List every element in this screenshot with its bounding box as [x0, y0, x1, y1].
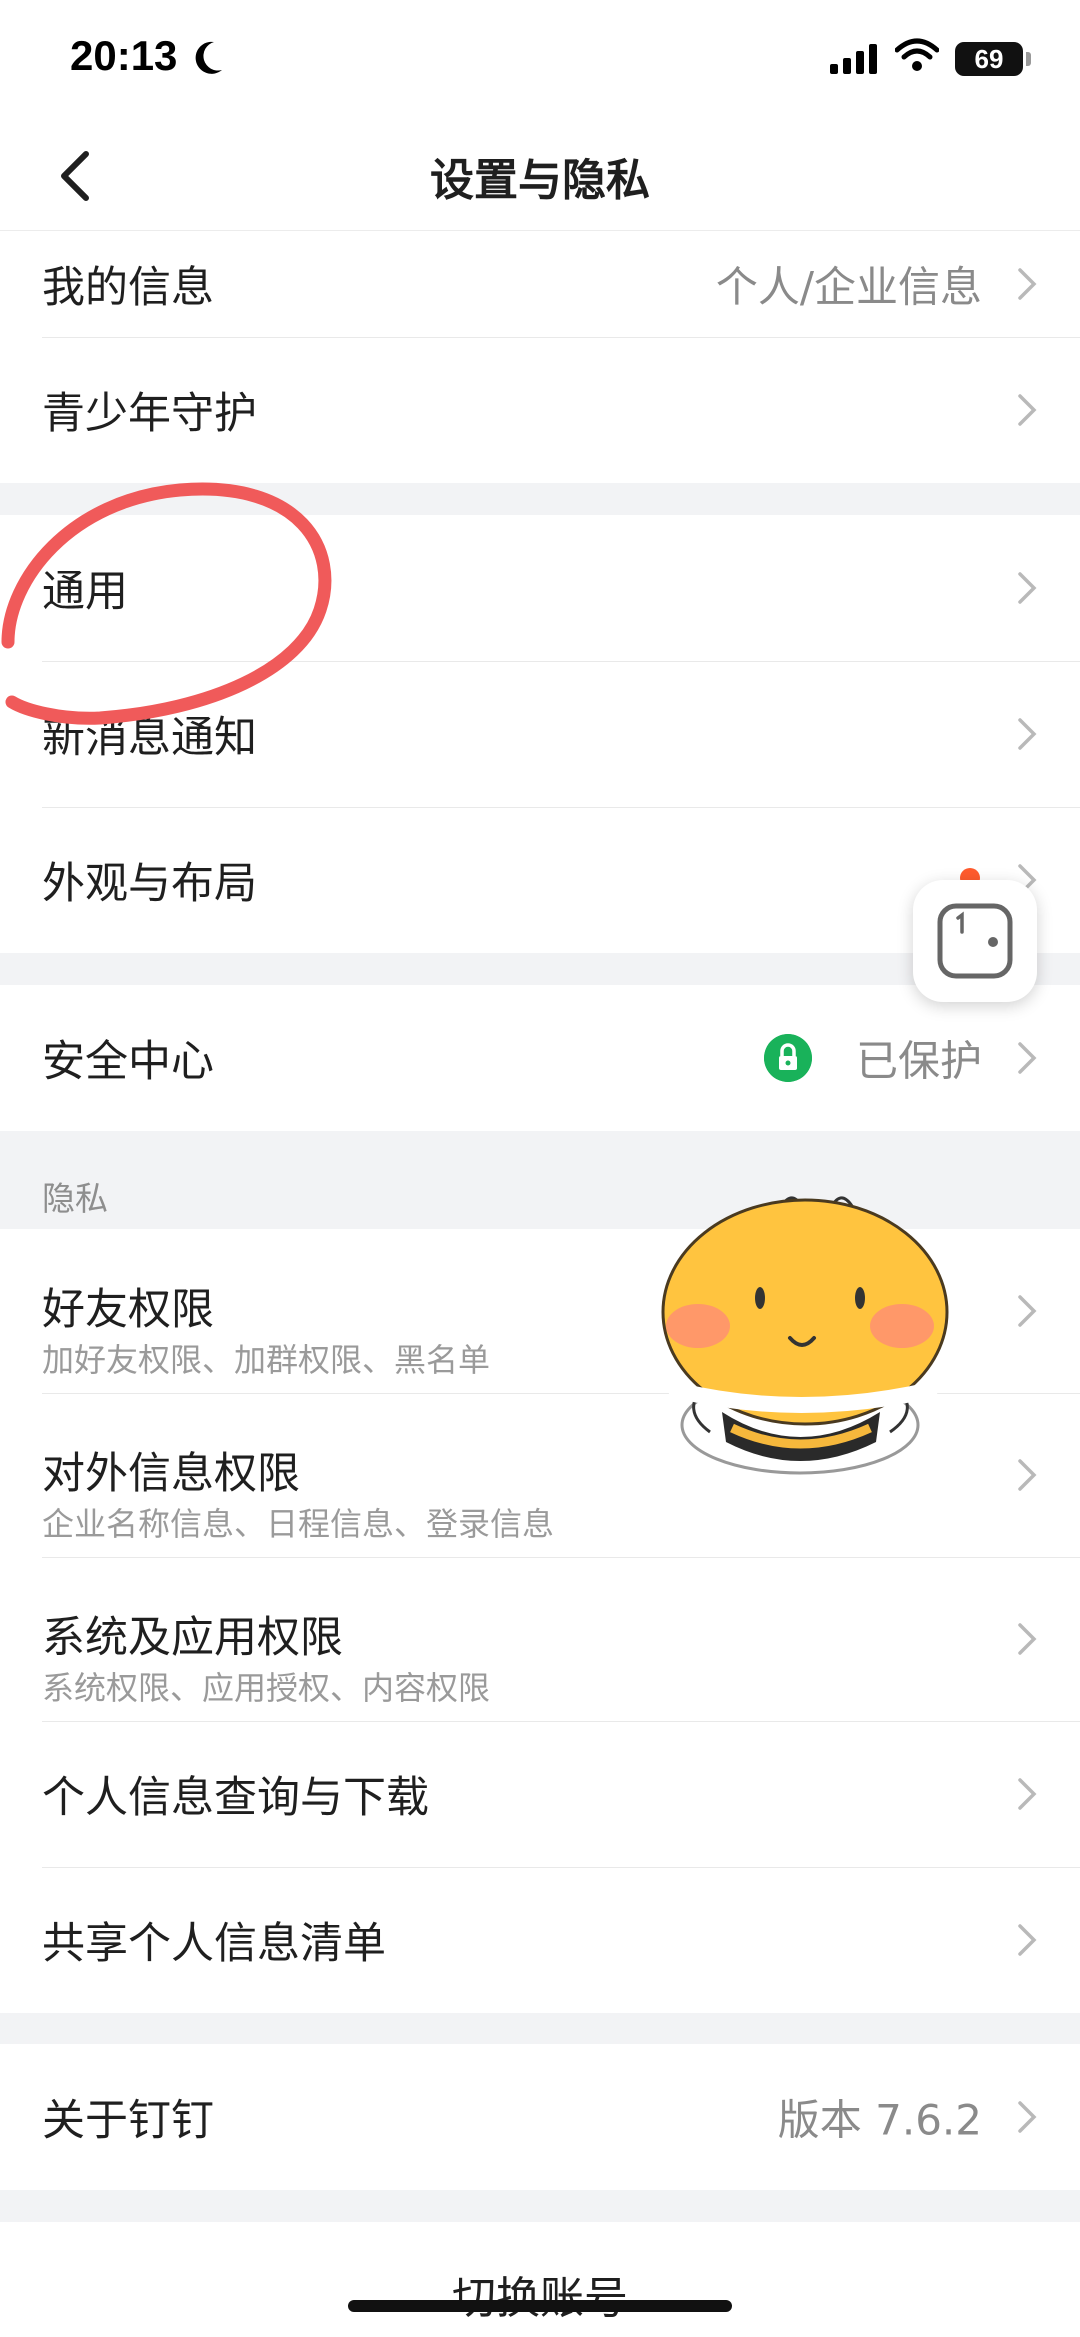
security-group: 安全中心 已保护 — [0, 985, 1080, 1131]
my-info-label: 我的信息 — [42, 263, 214, 313]
row-my-info[interactable]: 我的信息 个人/企业信息 — [0, 231, 1080, 337]
battery-tip — [1026, 52, 1031, 66]
lock-icon — [764, 1034, 812, 1082]
about-label: 关于钉钉 — [42, 2096, 214, 2146]
status-bar: 20:13 69 — [0, 0, 1080, 120]
chevron-right-icon — [1018, 1778, 1037, 1810]
status-time: 20:13 — [70, 32, 178, 79]
about-group: 关于钉钉 版本 7.6.2 — [0, 2044, 1080, 2190]
my-info-value: 个人/企业信息 — [715, 262, 982, 312]
privacy-section-title: 隐私 — [42, 1179, 108, 1218]
security-label: 安全中心 — [42, 1037, 214, 1087]
chevron-right-icon — [1018, 1295, 1037, 1327]
chevron-right-icon — [1018, 268, 1037, 300]
moon-icon — [195, 41, 222, 74]
battery-icon: 69 — [955, 42, 1023, 76]
external-info-desc: 企业名称信息、日程信息、登录信息 — [42, 1505, 555, 1543]
system-app-desc: 系统权限、应用授权、内容权限 — [42, 1669, 491, 1707]
page-title: 设置与隐私 — [430, 155, 650, 206]
account-group: 我的信息 个人/企业信息 青少年守护 — [0, 231, 1080, 483]
chevron-right-icon — [1018, 1924, 1037, 1956]
chevron-right-icon — [1018, 1459, 1037, 1491]
system-app-label: 系统及应用权限 — [42, 1613, 343, 1663]
personal-info-download-label: 个人信息查询与下载 — [42, 1773, 429, 1823]
external-info-label: 对外信息权限 — [42, 1449, 300, 1499]
hand-drawn-circle-annotation — [1, 482, 332, 725]
row-personal-info-download[interactable]: 个人信息查询与下载 — [0, 1721, 1080, 1867]
appearance-label: 外观与布局 — [42, 859, 257, 909]
row-about[interactable]: 关于钉钉 版本 7.6.2 — [0, 2044, 1080, 2190]
friend-permission-desc: 加好友权限、加群权限、黑名单 — [42, 1341, 491, 1379]
floating-window-button[interactable] — [913, 880, 1037, 1002]
floating-window-icon — [937, 903, 1013, 979]
home-indicator — [348, 2300, 732, 2312]
wifi-icon — [895, 38, 939, 71]
row-shared-info-list[interactable]: 共享个人信息清单 — [0, 1867, 1080, 2013]
row-youth[interactable]: 青少年守护 — [0, 337, 1080, 483]
chevron-right-icon — [1018, 1042, 1037, 1074]
nav-bar: 设置与隐私 — [0, 120, 1080, 231]
friend-permission-label: 好友权限 — [42, 1285, 214, 1335]
signal-icon — [830, 44, 877, 74]
row-security[interactable]: 安全中心 已保护 — [0, 985, 1080, 1131]
youth-label: 青少年守护 — [42, 389, 257, 439]
version-value: 版本 7.6.2 — [777, 2095, 982, 2145]
chevron-right-icon — [1018, 1623, 1037, 1655]
switch-account-button[interactable]: 切换账号 — [0, 2262, 1080, 2326]
chevron-right-icon — [1018, 718, 1037, 750]
security-value: 已保护 — [855, 1036, 982, 1086]
chevron-right-icon — [1018, 394, 1037, 426]
chevron-right-icon — [1018, 572, 1037, 604]
bee-sticker — [661, 1196, 949, 1475]
shared-info-list-label: 共享个人信息清单 — [42, 1919, 386, 1969]
row-system-app-permission[interactable]: 系统及应用权限 系统权限、应用授权、内容权限 — [0, 1557, 1080, 1721]
chevron-right-icon — [1018, 2101, 1037, 2133]
